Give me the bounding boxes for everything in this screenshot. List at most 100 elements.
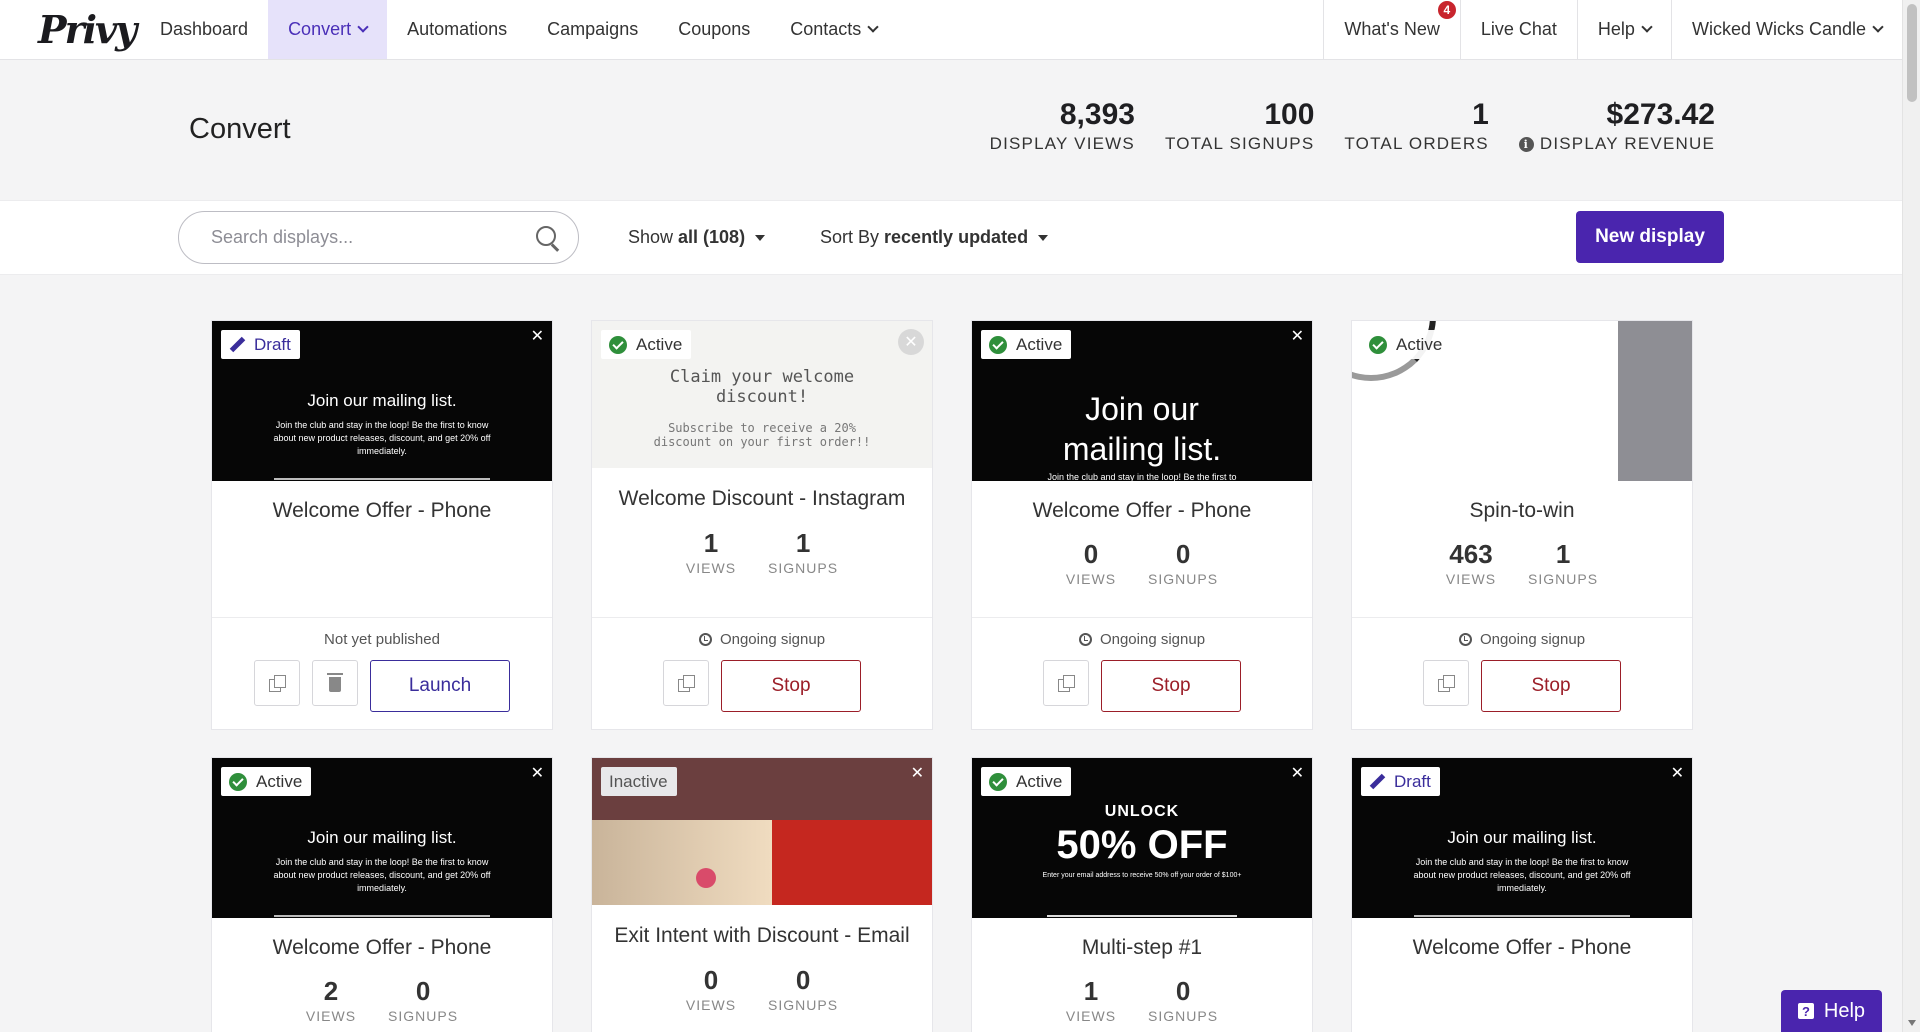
card-actions: Stop (972, 660, 1312, 712)
check-circle-icon (989, 335, 1007, 354)
search-icon[interactable] (536, 225, 560, 250)
close-icon[interactable]: ✕ (1291, 766, 1304, 782)
signups-metric: 0 SIGNUPS (768, 965, 838, 1013)
display-metrics: 2 VIEWS 0 SIGNUPS (212, 976, 552, 1024)
display-preview[interactable]: Draft ✕ Join our mailing list. Join the … (212, 321, 552, 481)
search-input[interactable] (211, 227, 536, 248)
status-badge: Active (221, 767, 312, 796)
status-badge: Active (1361, 330, 1452, 359)
show-filter-dropdown[interactable]: Show all (108) (628, 227, 766, 248)
display-name[interactable]: Welcome Offer - Phone (972, 497, 1312, 524)
caret-down-icon (1038, 234, 1049, 241)
display-name[interactable]: Welcome Offer - Phone (212, 497, 552, 524)
help-widget-button[interactable]: ? Help (1781, 990, 1882, 1032)
preview-image-right (772, 820, 932, 905)
help-widget-label: Help (1823, 999, 1866, 1022)
close-icon[interactable]: ✕ (531, 329, 544, 345)
status-label: Active (1016, 771, 1063, 791)
display-preview[interactable]: Active (1352, 321, 1692, 481)
stat-value: 100 (1264, 98, 1315, 131)
nav-whats-new[interactable]: What's New 4 (1323, 0, 1459, 59)
display-name[interactable]: Exit Intent with Discount - Email (592, 922, 932, 949)
nav-live-chat[interactable]: Live Chat (1459, 0, 1577, 59)
nav-help[interactable]: Help (1576, 0, 1671, 59)
card-footer: Ongoing signup Stop (1352, 617, 1692, 729)
signups-metric: 0 SIGNUPS (388, 976, 458, 1024)
stat-value: $273.42 (1606, 98, 1715, 131)
preview-body: Join the club and stay in the loop! Be t… (1413, 857, 1631, 893)
views-value: 2 (323, 976, 339, 1006)
duplicate-button[interactable] (663, 660, 709, 706)
nav-contacts[interactable]: Contacts (770, 0, 897, 59)
new-display-button[interactable]: New display (1576, 211, 1724, 263)
page-scrollbar[interactable] (1902, 0, 1920, 1032)
display-name[interactable]: Spin-to-win (1352, 497, 1692, 524)
stat-display-views: 8,393 DISPLAY VIEWS (990, 98, 1135, 154)
display-preview[interactable]: Active ✕ Join our mailing list. Join the… (972, 321, 1312, 481)
flower-graphic (696, 868, 716, 888)
scrollbar-thumb[interactable] (1907, 4, 1917, 102)
publish-status-text: Not yet published (324, 631, 440, 648)
nav-label: Campaigns (547, 19, 639, 39)
display-name[interactable]: Welcome Offer - Phone (1352, 934, 1692, 961)
display-name[interactable]: Multi-step #1 (972, 934, 1312, 961)
preview-input (274, 478, 490, 481)
preview-heading: Join our mailing list. (1062, 391, 1222, 467)
display-preview[interactable]: Active ✕ Join our mailing list. Join the… (212, 758, 552, 918)
stop-button[interactable]: Stop (1101, 660, 1241, 712)
nav-convert[interactable]: Convert (268, 0, 388, 59)
signups-value: 1 (795, 528, 811, 558)
sort-dropdown[interactable]: Sort By recently updated (820, 227, 1049, 248)
nav-automations[interactable]: Automations (387, 0, 527, 59)
display-preview[interactable]: Active ✕ UNLOCK 50% OFF Enter your email… (972, 758, 1312, 918)
stat-label-row: i DISPLAY REVENUE (1518, 134, 1715, 154)
scroll-down-arrow-icon[interactable] (1908, 1020, 1916, 1026)
signup-status: Ongoing signup (592, 631, 932, 648)
privy-logo[interactable]: Privy (0, 0, 140, 59)
clock-icon (1458, 633, 1472, 646)
delete-button[interactable] (312, 660, 358, 706)
copy-icon (678, 675, 695, 692)
nav-label: Help (1597, 19, 1635, 39)
views-label: VIEWS (1445, 571, 1497, 587)
stat-value: 8,393 (1059, 98, 1135, 131)
signups-metric: 1 SIGNUPS (768, 528, 838, 576)
nav-coupons[interactable]: Coupons (658, 0, 770, 59)
stop-button[interactable]: Stop (1481, 660, 1621, 712)
preview-input (274, 915, 490, 918)
nav-campaigns[interactable]: Campaigns (527, 0, 658, 59)
duplicate-button[interactable] (1043, 660, 1089, 706)
nav-dashboard[interactable]: Dashboard (140, 0, 268, 59)
display-name[interactable]: Welcome Discount - Instagram (592, 485, 932, 512)
card-actions: Stop (1352, 660, 1692, 712)
duplicate-button[interactable] (1423, 660, 1469, 706)
display-card: Inactive ✕ Exit Intent with Discount - E… (591, 757, 933, 1032)
info-icon[interactable]: i (1518, 136, 1534, 152)
duplicate-button[interactable] (254, 660, 300, 706)
card-footer: Not yet published Launch (212, 617, 552, 729)
close-icon[interactable]: ✕ (1671, 766, 1684, 782)
display-preview[interactable]: Inactive ✕ (592, 758, 932, 905)
status-label: Draft (1394, 771, 1431, 791)
copy-icon (1438, 675, 1455, 692)
preview-heading: Join our mailing list. (307, 391, 457, 410)
display-toolbar: Show all (108) Sort By recently updated … (0, 200, 1902, 275)
close-icon[interactable]: ✕ (898, 329, 924, 355)
close-icon[interactable]: ✕ (1291, 329, 1304, 345)
close-icon[interactable]: ✕ (911, 766, 924, 782)
launch-button[interactable]: Launch (370, 660, 510, 712)
display-preview[interactable]: Draft ✕ Join our mailing list. Join the … (1352, 758, 1692, 918)
stop-button[interactable]: Stop (721, 660, 861, 712)
nav-label: What's New (1344, 19, 1440, 39)
trash-icon (327, 673, 343, 692)
views-value: 1 (1083, 976, 1099, 1006)
chevron-down-icon (1872, 21, 1884, 33)
display-preview[interactable]: Active ✕ Claim your welcome discount! Su… (592, 321, 932, 468)
display-name[interactable]: Welcome Offer - Phone (212, 934, 552, 961)
nav-account[interactable]: Wicked Wicks Candle (1670, 0, 1902, 59)
caret-down-icon (755, 234, 766, 241)
sort-prefix: Sort By (820, 227, 880, 247)
chevron-down-icon (357, 21, 369, 33)
close-icon[interactable]: ✕ (531, 766, 544, 782)
views-value: 463 (1449, 539, 1493, 569)
